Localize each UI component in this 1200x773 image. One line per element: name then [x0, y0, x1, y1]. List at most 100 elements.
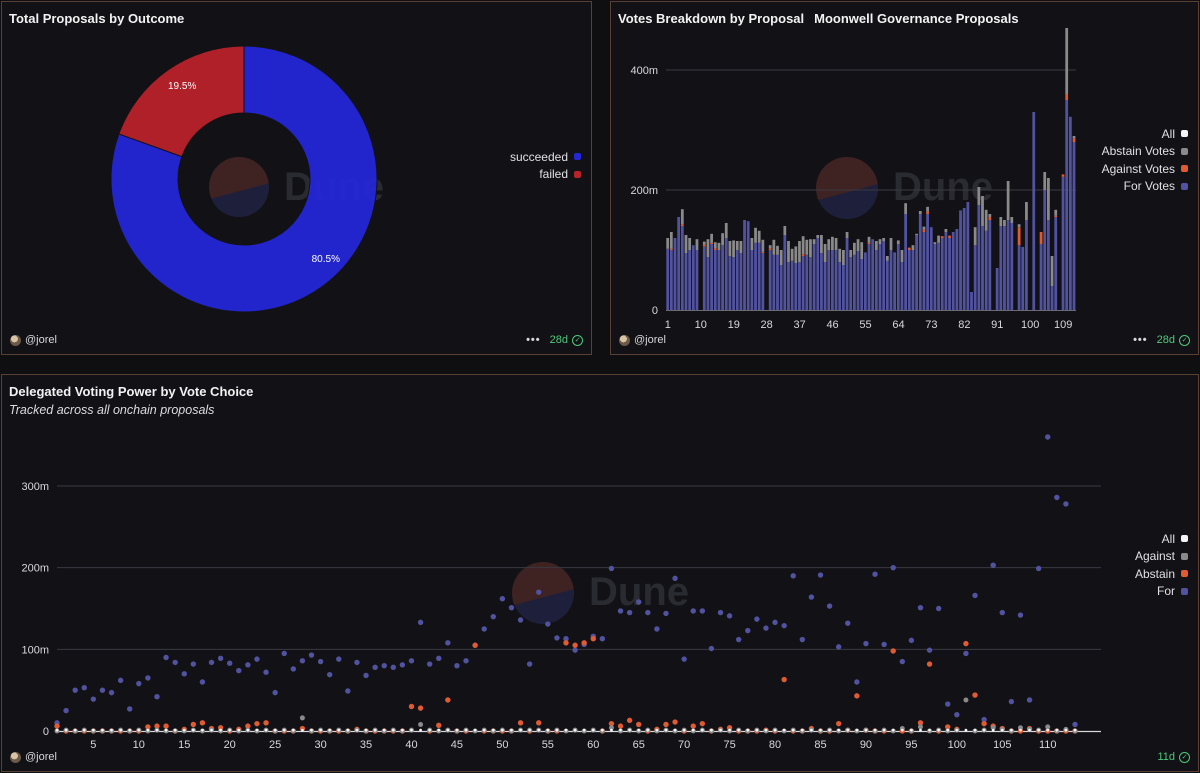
point-all[interactable]	[637, 728, 641, 732]
bar-segment-for-votes[interactable]	[706, 257, 710, 310]
point-all[interactable]	[491, 728, 495, 732]
point-all[interactable]	[619, 728, 622, 732]
bar-segment-for-votes[interactable]	[977, 205, 981, 310]
bar-segment-for-votes[interactable]	[1068, 116, 1072, 310]
point-all[interactable]	[764, 728, 768, 732]
point-all[interactable]	[1055, 728, 1059, 732]
bar-segment-for-votes[interactable]	[933, 244, 937, 310]
point-for[interactable]	[763, 625, 769, 631]
bar-segment-for-votes[interactable]	[860, 259, 864, 310]
point-for[interactable]	[517, 617, 524, 623]
point-for[interactable]	[326, 671, 333, 678]
bar-segment-for-votes[interactable]	[981, 226, 984, 310]
point-all[interactable]	[582, 728, 586, 732]
bar-segment-against-votes[interactable]	[926, 211, 929, 214]
bar-segment-abstain-votes[interactable]	[805, 239, 809, 255]
point-abstain[interactable]	[536, 720, 542, 726]
point-for[interactable]	[872, 571, 878, 577]
point-all[interactable]	[891, 728, 895, 732]
point-all[interactable]	[428, 728, 432, 732]
bar-segment-for-votes[interactable]	[918, 214, 922, 310]
bar-segment-against-votes[interactable]	[1054, 215, 1058, 217]
bar-segment-abstain-votes[interactable]	[838, 248, 842, 262]
point-for[interactable]	[1026, 697, 1033, 703]
point-for[interactable]	[672, 575, 678, 581]
bar-segment-abstain-votes[interactable]	[680, 209, 684, 225]
point-all[interactable]	[382, 728, 386, 732]
point-for[interactable]	[599, 636, 606, 642]
point-all[interactable]	[1028, 728, 1031, 732]
point-all[interactable]	[710, 728, 713, 732]
legend-item-against-votes[interactable]: Against Votes	[1102, 160, 1188, 178]
bar-segment-abstain-votes[interactable]	[849, 250, 853, 258]
bar-segment-for-votes[interactable]	[768, 250, 772, 310]
bar-segment-for-votes[interactable]	[669, 250, 673, 310]
bar-segment-for-votes[interactable]	[1072, 142, 1076, 310]
point-for[interactable]	[181, 671, 187, 677]
bar-segment-for-votes[interactable]	[750, 250, 754, 310]
point-abstain[interactable]	[972, 692, 978, 698]
point-for[interactable]	[1017, 612, 1024, 618]
point-abstain[interactable]	[926, 661, 933, 667]
point-for[interactable]	[654, 626, 660, 632]
point-for[interactable]	[726, 613, 733, 619]
point-all[interactable]	[646, 728, 650, 732]
point-for[interactable]	[908, 637, 915, 644]
bar-segment-against-votes[interactable]	[907, 247, 911, 250]
point-for[interactable]	[990, 562, 996, 568]
point-all[interactable]	[437, 728, 441, 732]
point-for[interactable]	[81, 685, 87, 691]
point-all[interactable]	[882, 728, 886, 732]
point-all[interactable]	[819, 728, 822, 732]
point-all[interactable]	[919, 728, 922, 732]
point-for[interactable]	[617, 608, 624, 614]
bar-segment-for-votes[interactable]	[1021, 247, 1025, 310]
more-options-button[interactable]: •••	[526, 334, 541, 346]
bar-segment-abstain-votes[interactable]	[816, 235, 820, 238]
point-abstain[interactable]	[690, 723, 696, 729]
bar-segment-for-votes[interactable]	[809, 257, 812, 310]
bar-segment-for-votes[interactable]	[805, 254, 809, 310]
point-all[interactable]	[73, 728, 77, 732]
bar-segment-abstain-votes[interactable]	[973, 227, 977, 246]
point-all[interactable]	[782, 728, 786, 732]
bar-segment-abstain-votes[interactable]	[885, 256, 889, 261]
point-all[interactable]	[473, 728, 477, 732]
bar-segment-abstain-votes[interactable]	[1050, 256, 1054, 286]
bar-segment-for-votes[interactable]	[893, 252, 897, 310]
point-abstain[interactable]	[472, 642, 478, 648]
point-all[interactable]	[800, 728, 804, 732]
bar-segment-abstain-votes[interactable]	[779, 250, 783, 265]
point-all[interactable]	[673, 728, 677, 732]
bar-segment-for-votes[interactable]	[852, 254, 856, 310]
point-abstain[interactable]	[699, 720, 706, 727]
point-for[interactable]	[863, 640, 869, 647]
point-all[interactable]	[864, 728, 868, 732]
point-all[interactable]	[82, 728, 86, 732]
point-all[interactable]	[228, 728, 232, 732]
point-all[interactable]	[410, 728, 413, 732]
point-for[interactable]	[735, 636, 742, 643]
bar-segment-abstain-votes[interactable]	[1072, 136, 1076, 139]
bar-segment-abstain-votes[interactable]	[915, 233, 918, 235]
bar-segment-abstain-votes[interactable]	[702, 241, 706, 245]
bar-segment-for-votes[interactable]	[746, 221, 750, 310]
point-all[interactable]	[373, 728, 377, 732]
point-all[interactable]	[991, 728, 995, 732]
point-for[interactable]	[817, 572, 824, 578]
point-all[interactable]	[510, 728, 513, 732]
bar-segment-for-votes[interactable]	[757, 242, 761, 310]
point-all[interactable]	[301, 728, 304, 732]
bar-segment-for-votes[interactable]	[984, 230, 988, 310]
point-all[interactable]	[755, 728, 759, 732]
point-all[interactable]	[719, 728, 722, 732]
point-for[interactable]	[508, 604, 515, 611]
bar-segment-abstain-votes[interactable]	[710, 233, 713, 243]
legend-item-all[interactable]: All	[1102, 125, 1188, 143]
point-for[interactable]	[917, 604, 924, 611]
point-for[interactable]	[127, 706, 133, 712]
legend-item-for[interactable]: For	[1135, 583, 1188, 601]
point-all[interactable]	[391, 728, 395, 732]
point-all[interactable]	[500, 728, 504, 732]
bar-segment-abstain-votes[interactable]	[911, 245, 915, 250]
